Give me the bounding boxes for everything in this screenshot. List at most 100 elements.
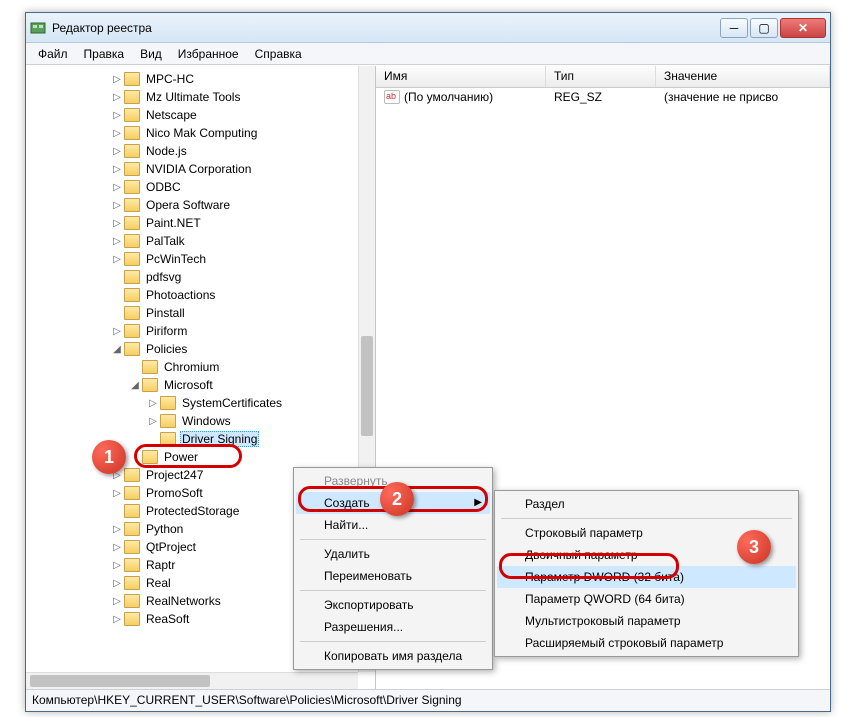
expander-icon[interactable]: ▷ — [110, 146, 124, 157]
tree-label[interactable]: pdfsvg — [144, 269, 183, 285]
tree-label[interactable]: Netscape — [144, 107, 199, 123]
context-item[interactable]: Удалить — [296, 543, 490, 565]
expander-icon[interactable]: ▷ — [110, 542, 124, 553]
tree-label[interactable]: ODBC — [144, 179, 183, 195]
menu-help[interactable]: Справка — [249, 45, 308, 63]
context-item[interactable]: Мультистроковый параметр — [497, 610, 796, 632]
expander-icon[interactable]: ▷ — [110, 218, 124, 229]
expander-icon[interactable]: ▷ — [110, 560, 124, 571]
tree-node[interactable]: ▷ PcWinTech — [26, 250, 358, 268]
context-item[interactable]: Разрешения... — [296, 616, 490, 638]
tree-node[interactable]: ◢ Microsoft — [26, 376, 358, 394]
tree-label[interactable]: Project247 — [144, 467, 205, 483]
tree-node[interactable]: ▷ Nico Mak Computing — [26, 124, 358, 142]
tree-node[interactable]: ▷Mz Ultimate Tools — [26, 88, 358, 106]
tree-label[interactable]: ProtectedStorage — [144, 503, 241, 519]
tree-label[interactable]: Nico Mak Computing — [144, 125, 259, 141]
expander-icon[interactable]: ▷ — [146, 416, 160, 427]
expander-icon[interactable]: ▷ — [110, 128, 124, 139]
tree-label[interactable]: Photoactions — [144, 287, 217, 303]
tree-hscrollbar[interactable] — [26, 672, 358, 689]
tree-node[interactable]: ▷ PalTalk — [26, 232, 358, 250]
tree-label[interactable]: ReaSoft — [144, 611, 191, 627]
tree-node[interactable]: Power — [26, 448, 358, 466]
tree-node[interactable]: ▷ Netscape — [26, 106, 358, 124]
expander-icon[interactable]: ▷ — [110, 236, 124, 247]
tree-label[interactable]: PalTalk — [144, 233, 187, 249]
expander-icon[interactable]: ◢ — [110, 344, 124, 355]
menu-view[interactable]: Вид — [134, 45, 168, 63]
tree-label[interactable]: Chromium — [162, 359, 221, 375]
tree-node[interactable]: ▷ODBC — [26, 178, 358, 196]
expander-icon[interactable]: ▷ — [146, 398, 160, 409]
expander-icon[interactable]: ▷ — [110, 488, 124, 499]
context-item[interactable]: Параметр QWORD (64 бита) — [497, 588, 796, 610]
menu-favorites[interactable]: Избранное — [172, 45, 245, 63]
tree-label[interactable]: Policies — [144, 341, 189, 357]
tree-label[interactable]: Microsoft — [162, 377, 215, 393]
tree-node[interactable]: Chromium — [26, 358, 358, 376]
list-col-name[interactable]: Имя — [376, 66, 546, 87]
tree-node[interactable]: ▷ Opera Software — [26, 196, 358, 214]
expander-icon[interactable]: ▷ — [110, 596, 124, 607]
tree-node[interactable]: ▷ Node.js — [26, 142, 358, 160]
tree-label[interactable]: Opera Software — [144, 197, 232, 213]
tree-label[interactable]: Python — [144, 521, 185, 537]
tree-node[interactable]: ◢ Policies — [26, 340, 358, 358]
context-item[interactable]: Расширяемый строковый параметр — [497, 632, 796, 654]
tree-label[interactable]: RealNetworks — [144, 593, 223, 609]
context-item[interactable]: Переименовать — [296, 565, 490, 587]
tree-label[interactable]: Real — [144, 575, 173, 591]
tree-label[interactable]: Pinstall — [144, 305, 187, 321]
expander-icon[interactable]: ▷ — [110, 254, 124, 265]
tree-node[interactable]: ▷NVIDIA Corporation — [26, 160, 358, 178]
tree-label[interactable]: PromoSoft — [144, 485, 205, 501]
expander-icon[interactable]: ▷ — [110, 326, 124, 337]
tree-vscroll-thumb[interactable] — [361, 336, 373, 436]
tree-label[interactable]: SystemCertificates — [180, 395, 284, 411]
tree-label[interactable]: Power — [162, 449, 200, 465]
tree-node[interactable]: ▷ Windows — [26, 412, 358, 430]
context-item[interactable]: Раздел — [497, 493, 796, 515]
minimize-button[interactable]: ─ — [720, 18, 748, 38]
list-col-type[interactable]: Тип — [546, 66, 656, 87]
context-item[interactable]: Строковый параметр — [497, 522, 796, 544]
tree-label[interactable]: PcWinTech — [144, 251, 208, 267]
tree-label[interactable]: Windows — [180, 413, 233, 429]
tree-hscroll-thumb[interactable] — [30, 675, 210, 687]
tree-node[interactable]: Pinstall — [26, 304, 358, 322]
tree-node[interactable]: ▷Paint.NET — [26, 214, 358, 232]
close-button[interactable]: ✕ — [780, 18, 826, 38]
expander-icon[interactable]: ▷ — [110, 74, 124, 85]
expander-icon[interactable]: ▷ — [110, 110, 124, 121]
tree-label[interactable]: Piriform — [144, 323, 189, 339]
expander-icon[interactable]: ▷ — [110, 200, 124, 211]
context-item[interactable]: Копировать имя раздела — [296, 645, 490, 667]
expander-icon[interactable]: ▷ — [110, 164, 124, 175]
tree-label[interactable]: Driver Signing — [180, 431, 259, 447]
context-item[interactable]: Параметр DWORD (32 бита) — [497, 566, 796, 588]
tree-label[interactable]: Node.js — [144, 143, 189, 159]
titlebar[interactable]: Редактор реестра ─ ▢ ✕ — [26, 13, 830, 43]
expander-icon[interactable]: ▷ — [110, 614, 124, 625]
expander-icon[interactable]: ▷ — [110, 578, 124, 589]
tree-label[interactable]: Raptr — [144, 557, 177, 573]
list-row[interactable]: (По умолчанию) REG_SZ (значение не присв… — [376, 88, 830, 106]
tree-label[interactable]: QtProject — [144, 539, 198, 555]
maximize-button[interactable]: ▢ — [750, 18, 778, 38]
tree-node[interactable]: pdfsvg — [26, 268, 358, 286]
expander-icon[interactable]: ◢ — [128, 380, 142, 391]
tree-node[interactable]: ▷ MPC-HC — [26, 70, 358, 88]
tree-node[interactable]: ▷ SystemCertificates — [26, 394, 358, 412]
tree-label[interactable]: MPC-HC — [144, 71, 196, 87]
context-item[interactable]: Найти... — [296, 514, 490, 536]
expander-icon[interactable]: ▷ — [110, 92, 124, 103]
tree-node[interactable]: Photoactions — [26, 286, 358, 304]
expander-icon[interactable]: ▷ — [110, 470, 124, 481]
context-item[interactable]: Двоичный параметр — [497, 544, 796, 566]
list-col-value[interactable]: Значение — [656, 66, 830, 87]
menu-file[interactable]: Файл — [32, 45, 74, 63]
context-item[interactable]: Экспортировать — [296, 594, 490, 616]
context-item[interactable]: Создать▶ — [296, 492, 490, 514]
expander-icon[interactable]: ▷ — [110, 524, 124, 535]
